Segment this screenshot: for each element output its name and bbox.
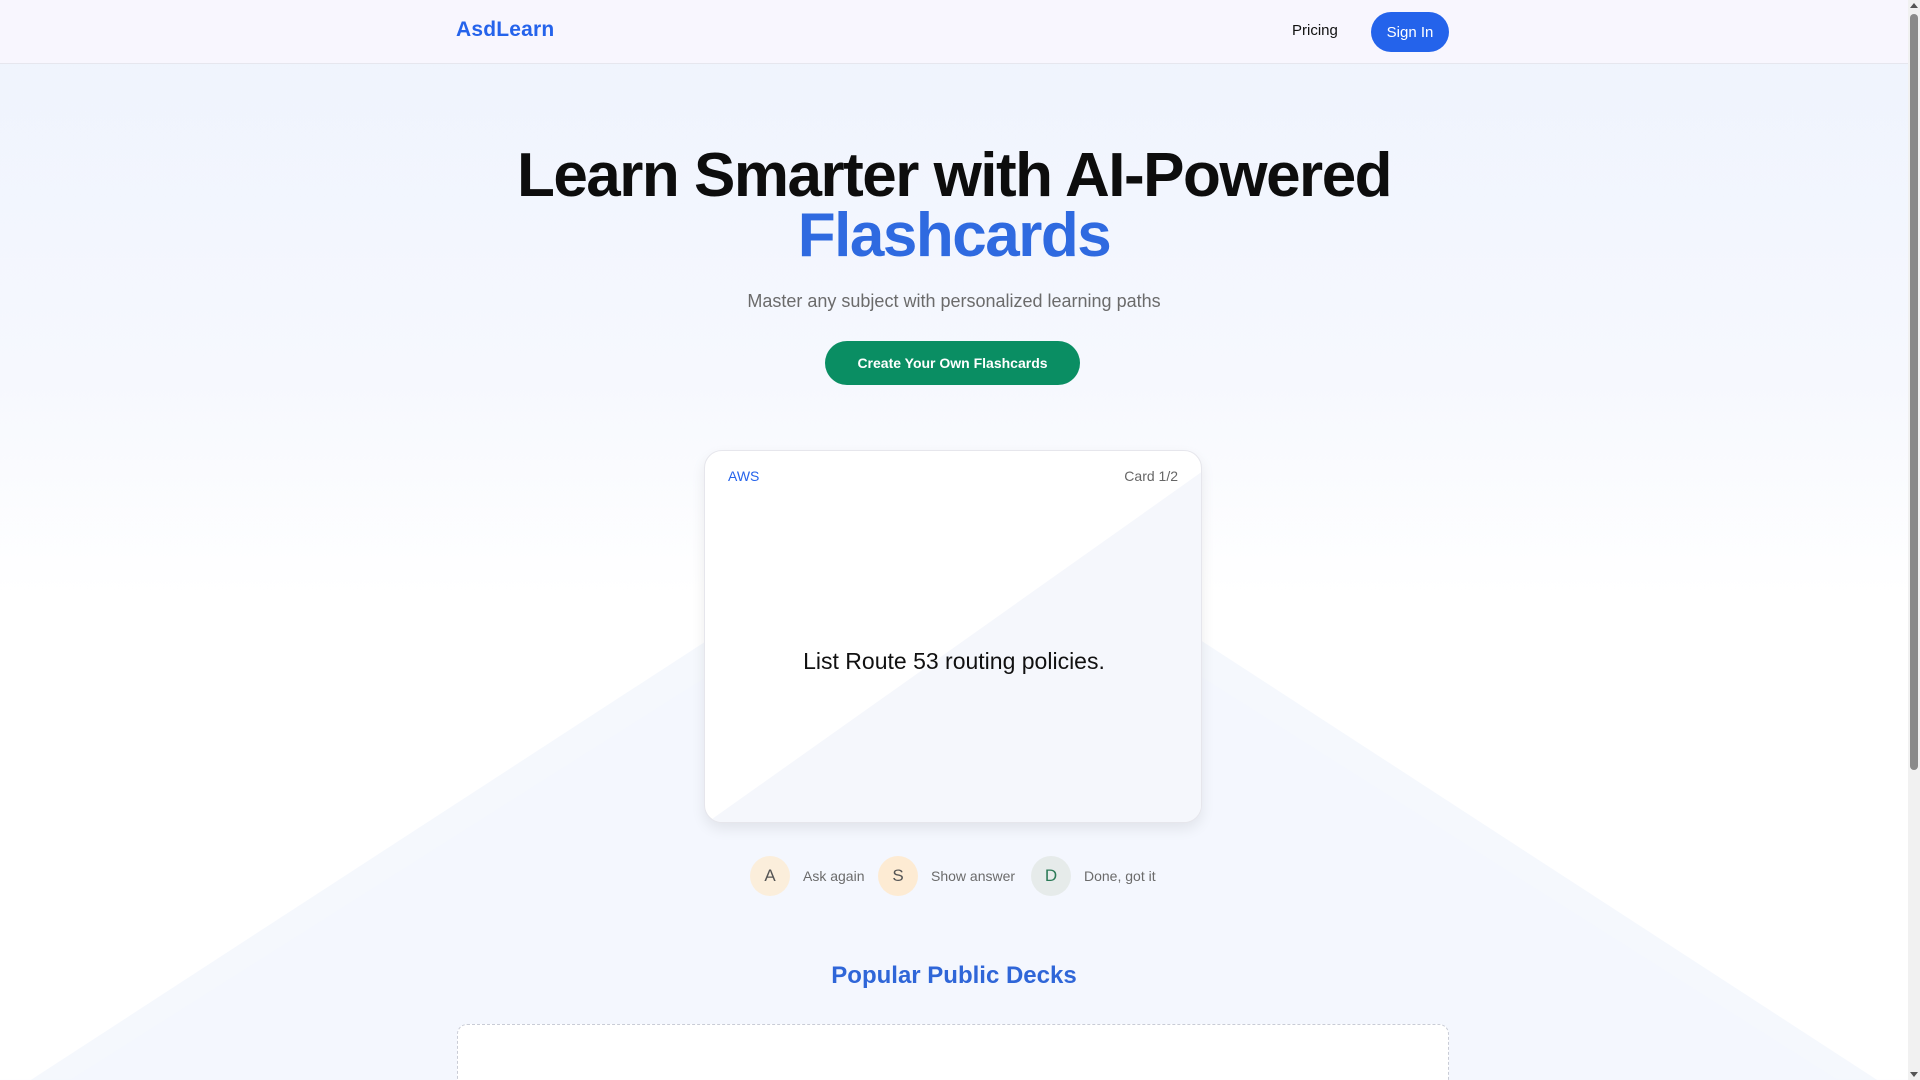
public-decks-container: [457, 1024, 1449, 1080]
hero-title-highlight: Flashcards: [797, 201, 1112, 270]
show-answer-button[interactable]: S Show answer: [878, 856, 1015, 896]
create-flashcards-button[interactable]: Create Your Own Flashcards: [825, 341, 1080, 385]
key-s-badge: S: [878, 856, 918, 896]
flashcard[interactable]: AWS Card 1/2 List Route 53 routing polic…: [704, 450, 1202, 823]
hero-title: Learn Smarter with AI-Powered: [516, 141, 1393, 210]
card-decoration: [707, 472, 1201, 822]
ask-again-button[interactable]: A Ask again: [750, 856, 864, 896]
keyboard-shortcuts: A Ask again S Show answer D Done, got it: [0, 856, 1908, 896]
top-navbar: AsdLearn Pricing Sign In: [0, 0, 1908, 64]
done-got-it-button[interactable]: D Done, got it: [1031, 856, 1156, 896]
popular-decks-title: Popular Public Decks: [831, 962, 1077, 989]
show-answer-label: Show answer: [931, 868, 1016, 884]
scroll-down-arrow-icon[interactable]: [1910, 1072, 1918, 1077]
nav-link-pricing[interactable]: Pricing: [1292, 22, 1338, 39]
card-counter: Card 1/2: [1124, 468, 1178, 484]
page-scrollbar[interactable]: [1908, 0, 1920, 1080]
done-got-it-label: Done, got it: [1084, 868, 1156, 884]
brand-logo[interactable]: AsdLearn: [456, 18, 554, 42]
ask-again-label: Ask again: [803, 868, 865, 884]
scroll-up-arrow-icon[interactable]: [1910, 3, 1918, 8]
card-deck-label: AWS: [728, 468, 760, 484]
key-d-badge: D: [1031, 856, 1071, 896]
card-question: List Route 53 routing policies.: [803, 648, 1105, 674]
sign-in-button[interactable]: Sign In: [1371, 12, 1449, 52]
hero-subtitle: Master any subject with personalized lea…: [747, 291, 1161, 311]
key-a-badge: A: [750, 856, 790, 896]
scrollbar-thumb[interactable]: [1910, 14, 1918, 770]
